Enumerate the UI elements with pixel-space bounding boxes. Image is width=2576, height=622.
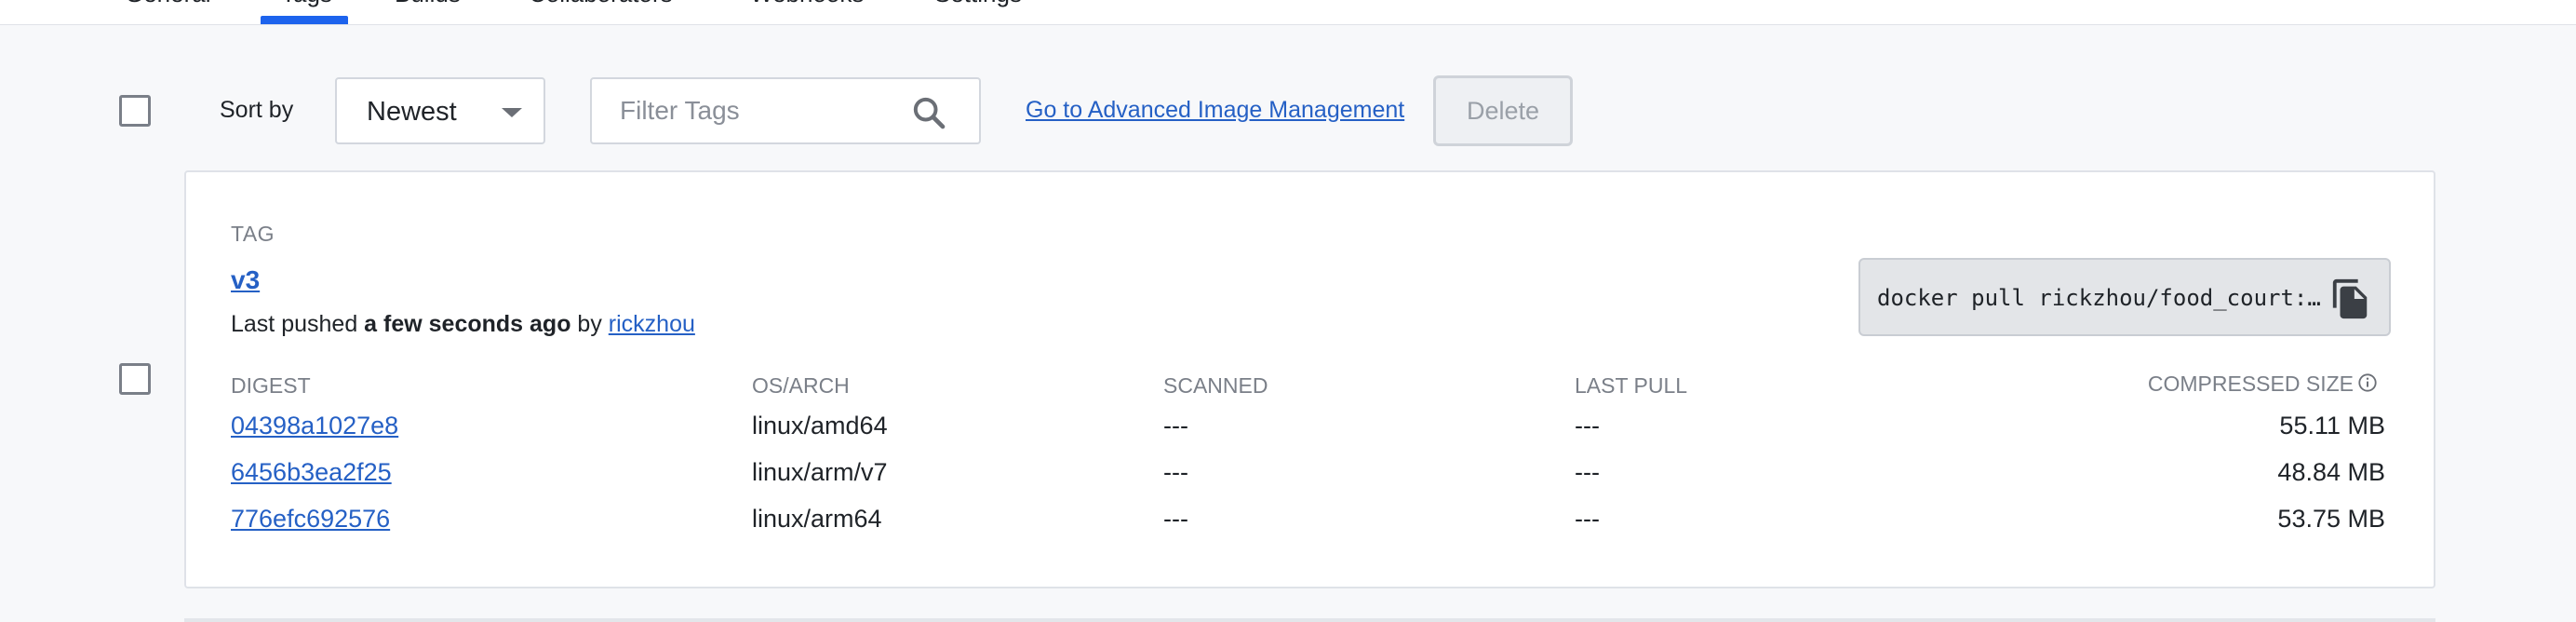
filter-tags-input[interactable] xyxy=(618,92,897,129)
tag-name-link[interactable]: v3 xyxy=(231,265,260,295)
digest-link[interactable]: 04398a1027e8 xyxy=(231,412,398,440)
delete-button[interactable]: Delete xyxy=(1433,75,1573,146)
filter-tags-field[interactable] xyxy=(590,77,981,144)
tab-webhooks[interactable]: Webhooks xyxy=(750,0,864,7)
next-card-edge xyxy=(184,618,2435,622)
compressed-size-value: 55.11 MB xyxy=(2279,412,2385,439)
column-header-compressed-size: COMPRESSED SIZE xyxy=(2148,372,2378,397)
column-header-digest: DIGEST xyxy=(231,373,311,398)
os-arch-value: linux/arm/v7 xyxy=(752,458,888,486)
tab-settings[interactable]: Settings xyxy=(934,0,1022,7)
tag-row-checkbox[interactable] xyxy=(119,363,151,395)
tab-active-indicator xyxy=(261,16,348,24)
sort-label: Sort by xyxy=(220,97,294,123)
compressed-size-value: 48.84 MB xyxy=(2277,458,2385,486)
tab-builds[interactable]: Builds xyxy=(395,0,461,7)
tab-tags[interactable]: Tags xyxy=(281,0,332,7)
pull-command: docker pull rickzhou/food_court:… xyxy=(1877,285,2321,311)
search-icon[interactable] xyxy=(910,94,947,131)
pushed-time: a few seconds ago xyxy=(364,311,571,337)
compressed-size-label: COMPRESSED SIZE xyxy=(2147,372,2354,396)
column-header-last-pull: LAST PULL xyxy=(1575,373,1688,398)
digest-link[interactable]: 6456b3ea2f25 xyxy=(231,458,392,487)
column-header-scanned: SCANNED xyxy=(1163,373,1268,398)
repository-tab-bar: General Tags Builds Collaborators Webhoo… xyxy=(0,0,2576,25)
sort-select[interactable]: Newest xyxy=(335,77,545,144)
tag-heading: TAG xyxy=(231,222,275,246)
scanned-value: --- xyxy=(1163,505,1188,533)
last-pushed-info: Last pushed a few seconds ago by rickzho… xyxy=(231,311,695,338)
last-pull-value: --- xyxy=(1575,412,1600,439)
select-all-checkbox[interactable] xyxy=(119,95,151,127)
pushed-user-link[interactable]: rickzhou xyxy=(609,311,695,337)
column-header-os-arch: OS/ARCH xyxy=(752,373,850,398)
os-arch-value: linux/amd64 xyxy=(752,412,888,439)
digest-link[interactable]: 776efc692576 xyxy=(231,505,390,534)
info-icon[interactable] xyxy=(2357,372,2378,393)
last-pull-value: --- xyxy=(1575,505,1600,533)
compressed-size-value: 53.75 MB xyxy=(2277,505,2385,533)
scanned-value: --- xyxy=(1163,458,1188,486)
sort-select-value: Newest xyxy=(367,97,457,127)
last-pull-value: --- xyxy=(1575,458,1600,486)
pushed-by: by xyxy=(577,311,602,337)
copy-icon[interactable] xyxy=(2329,277,2372,321)
tab-collaborators[interactable]: Collaborators xyxy=(529,0,673,7)
tab-general[interactable]: General xyxy=(125,0,211,7)
advanced-image-management-link[interactable]: Go to Advanced Image Management xyxy=(1026,97,1404,124)
scanned-value: --- xyxy=(1163,412,1188,439)
chevron-down-icon xyxy=(502,108,522,117)
tag-card: TAG v3 Last pushed a few seconds ago by … xyxy=(184,170,2435,588)
pushed-prefix: Last pushed xyxy=(231,311,358,337)
pull-command-box: docker pull rickzhou/food_court:… xyxy=(1858,258,2391,336)
os-arch-value: linux/arm64 xyxy=(752,505,882,533)
